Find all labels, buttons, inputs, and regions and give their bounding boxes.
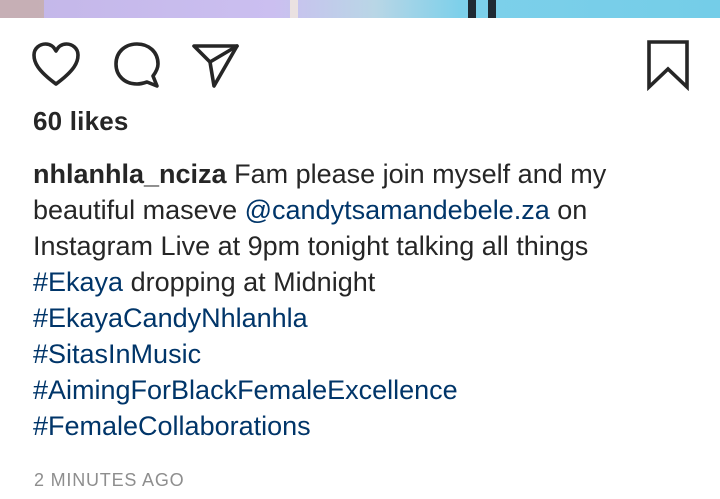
post-caption: nhlanhla_nciza Fam please join myself an… [33, 156, 693, 444]
hashtag-link[interactable]: #Ekaya [33, 267, 123, 297]
caption-line: nhlanhla_nciza Fam please join myself an… [33, 156, 693, 192]
paper-plane-icon [192, 44, 239, 88]
hashtag-link[interactable]: #AimingForBlackFemaleExcellence [33, 372, 693, 408]
caption-text: dropping at Midnight [123, 267, 376, 297]
username-link[interactable]: nhlanhla_nciza [33, 159, 227, 189]
comment-button[interactable] [110, 38, 164, 92]
likes-count[interactable]: 60 likes [33, 106, 129, 137]
photo-detail [290, 0, 298, 18]
hashtag-link[interactable]: #SitasInMusic [33, 336, 693, 372]
caption-text: on [549, 195, 588, 225]
post-timestamp: 2 MINUTES AGO [34, 470, 185, 490]
save-button[interactable] [641, 38, 695, 92]
mention-link[interactable]: @candytsamandebele.za [245, 195, 550, 225]
photo-detail [468, 0, 476, 18]
caption-line: #Ekaya dropping at Midnight [33, 264, 693, 300]
comment-bubble-icon [114, 42, 160, 88]
caption-line: Instagram Live at 9pm tonight talking al… [33, 231, 589, 261]
like-button[interactable] [29, 38, 83, 92]
caption-line: beautiful maseve @candytsamandebele.za o… [33, 192, 693, 228]
post-photo[interactable] [0, 0, 720, 18]
photo-detail [488, 0, 496, 18]
hashtag-link[interactable]: #EkayaCandyNhlanhla [33, 300, 693, 336]
post-actions-bar [0, 38, 720, 94]
share-button[interactable] [188, 38, 242, 92]
photo-detail [0, 0, 44, 18]
heart-icon [32, 42, 80, 86]
caption-text: beautiful maseve [33, 195, 245, 225]
hashtag-link[interactable]: #FemaleCollaborations [33, 408, 693, 444]
caption-text: Fam please join myself and my [234, 159, 607, 189]
bookmark-icon [647, 40, 689, 91]
